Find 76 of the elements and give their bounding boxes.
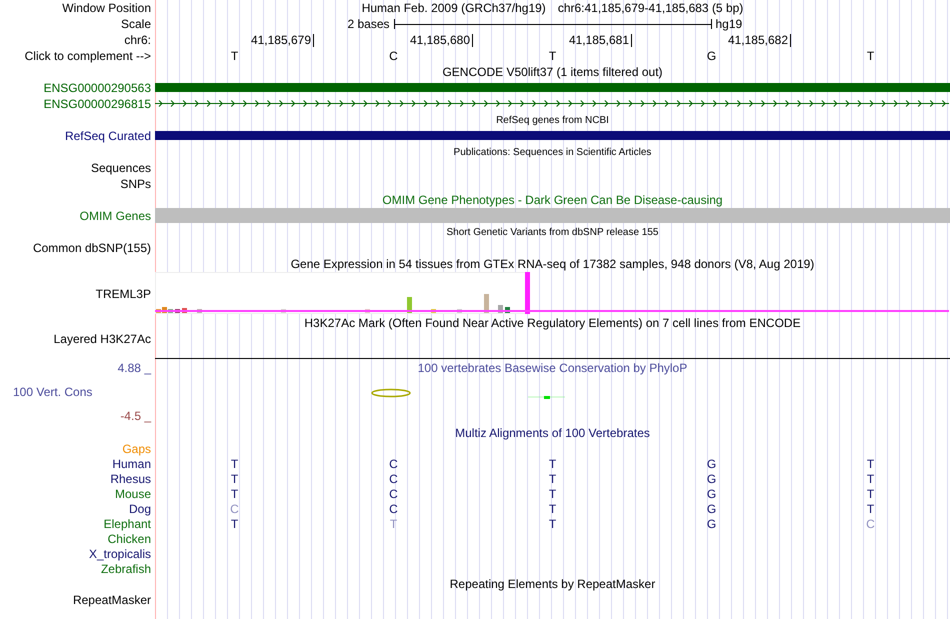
track-title: RefSeq genes from NCBI bbox=[496, 114, 609, 126]
aligned-base: T bbox=[230, 472, 238, 486]
track-label[interactable]: RefSeq Curated bbox=[64, 129, 151, 143]
track-title: Gene Expression in 54 tissues from GTEx RNA-seq of 17382 samples, 948 donors (V8, Aug 2019) bbox=[290, 257, 814, 271]
aligned-base: C bbox=[866, 516, 875, 530]
axis-min-label: -4.5 _ bbox=[120, 409, 151, 423]
track-label[interactable]: Layered H3K27Ac bbox=[54, 332, 151, 346]
aligned-base: G bbox=[706, 516, 716, 530]
track-title: H3K27Ac Mark (Often Found Near Active Regulatory Elements) on 7 cell lines from ENCODE bbox=[304, 316, 801, 330]
track-title: OMIM Gene Phenotypes - Dark Green Can Be Disease-causing bbox=[382, 193, 723, 207]
row-label: Window Position bbox=[62, 1, 151, 15]
aligned-base: G bbox=[706, 502, 716, 516]
assembly-label: hg19 bbox=[714, 17, 742, 31]
aligned-base: T bbox=[866, 456, 874, 470]
track-label[interactable]: RepeatMasker bbox=[72, 593, 151, 607]
aligned-base: T bbox=[230, 486, 238, 500]
species-label: Elephant bbox=[104, 516, 151, 530]
aligned-base: T bbox=[548, 456, 556, 470]
track-label: Gaps bbox=[122, 442, 151, 456]
aligned-base: T bbox=[390, 516, 398, 530]
aligned-base: G bbox=[706, 456, 716, 470]
assembly-title: Human Feb. 2009 (GRCh37/hg19) bbox=[362, 1, 546, 15]
row-label: Scale bbox=[120, 17, 151, 31]
position-tick-label: 41,185,681 bbox=[568, 34, 632, 47]
position-range: chr6:41,185,679-41,185,683 (5 bp) bbox=[558, 1, 744, 15]
aligned-base: T bbox=[230, 456, 238, 470]
track-title: Short Genetic Variants from dbSNP release 155 bbox=[446, 226, 658, 238]
species-label: X_tropicalis bbox=[88, 546, 151, 560]
aligned-base: G bbox=[706, 486, 716, 500]
aligned-base: T bbox=[548, 516, 556, 530]
track-label[interactable]: ENSG00000296815 bbox=[44, 97, 151, 111]
conservation-ellipse bbox=[371, 388, 411, 398]
track-label[interactable]: Sequences bbox=[90, 161, 151, 175]
complement-link[interactable]: Click to complement --> bbox=[24, 49, 151, 63]
species-label: Dog bbox=[128, 502, 151, 516]
track-label[interactable]: SNPs bbox=[120, 177, 151, 191]
sequence-base[interactable]: T bbox=[866, 49, 874, 63]
species-label: Mouse bbox=[114, 486, 151, 500]
aligned-base: C bbox=[230, 502, 239, 516]
aligned-base: T bbox=[866, 472, 874, 486]
aligned-base: T bbox=[548, 502, 556, 516]
species-label: Rhesus bbox=[110, 472, 151, 486]
track-title: GENCODE V50lift37 (1 items filtered out) bbox=[442, 65, 663, 79]
track-title: Multiz Alignments of 100 Vertebrates bbox=[455, 426, 650, 440]
aligned-base: C bbox=[389, 486, 398, 500]
sequence-base[interactable]: T bbox=[548, 49, 556, 63]
position-tick-label: 41,185,679 bbox=[250, 34, 314, 47]
conservation-mark bbox=[528, 396, 566, 399]
row-label: chr6: bbox=[124, 33, 151, 47]
aligned-base: C bbox=[389, 472, 398, 486]
aligned-base: T bbox=[548, 472, 556, 486]
aligned-base: G bbox=[706, 472, 716, 486]
aligned-base: C bbox=[389, 502, 398, 516]
axis-max-label: 4.88 _ bbox=[118, 361, 151, 375]
aligned-base: T bbox=[230, 516, 238, 530]
track-label[interactable]: ENSG00000290563 bbox=[44, 81, 151, 95]
track-label[interactable]: 100 Vert. Cons bbox=[0, 385, 92, 399]
aligned-base: C bbox=[389, 456, 398, 470]
track-label[interactable]: Common dbSNP(155) bbox=[32, 241, 151, 255]
track-label[interactable]: TREML3P bbox=[96, 286, 151, 300]
track-label[interactable]: OMIM Genes bbox=[80, 209, 151, 223]
species-label: Chicken bbox=[108, 532, 151, 546]
aligned-base: T bbox=[548, 486, 556, 500]
position-tick-label: 41,185,680 bbox=[410, 34, 473, 47]
aligned-base: T bbox=[866, 486, 874, 500]
species-label: Human bbox=[112, 456, 151, 470]
sequence-base[interactable]: T bbox=[230, 49, 238, 63]
sequence-base[interactable]: G bbox=[706, 49, 716, 63]
track-title: Publications: Sequences in Scientific Articles bbox=[454, 146, 652, 158]
scale-text: 2 bases bbox=[347, 17, 390, 31]
position-tick-label: 41,185,682 bbox=[728, 34, 791, 47]
species-label: Zebrafish bbox=[100, 562, 151, 576]
sequence-base[interactable]: C bbox=[389, 49, 398, 63]
aligned-base: T bbox=[866, 502, 874, 516]
track-title: 100 vertebrates Basewise Conservation by PhyloP bbox=[418, 360, 688, 377]
track-title: Repeating Elements by RepeatMasker bbox=[450, 577, 656, 591]
